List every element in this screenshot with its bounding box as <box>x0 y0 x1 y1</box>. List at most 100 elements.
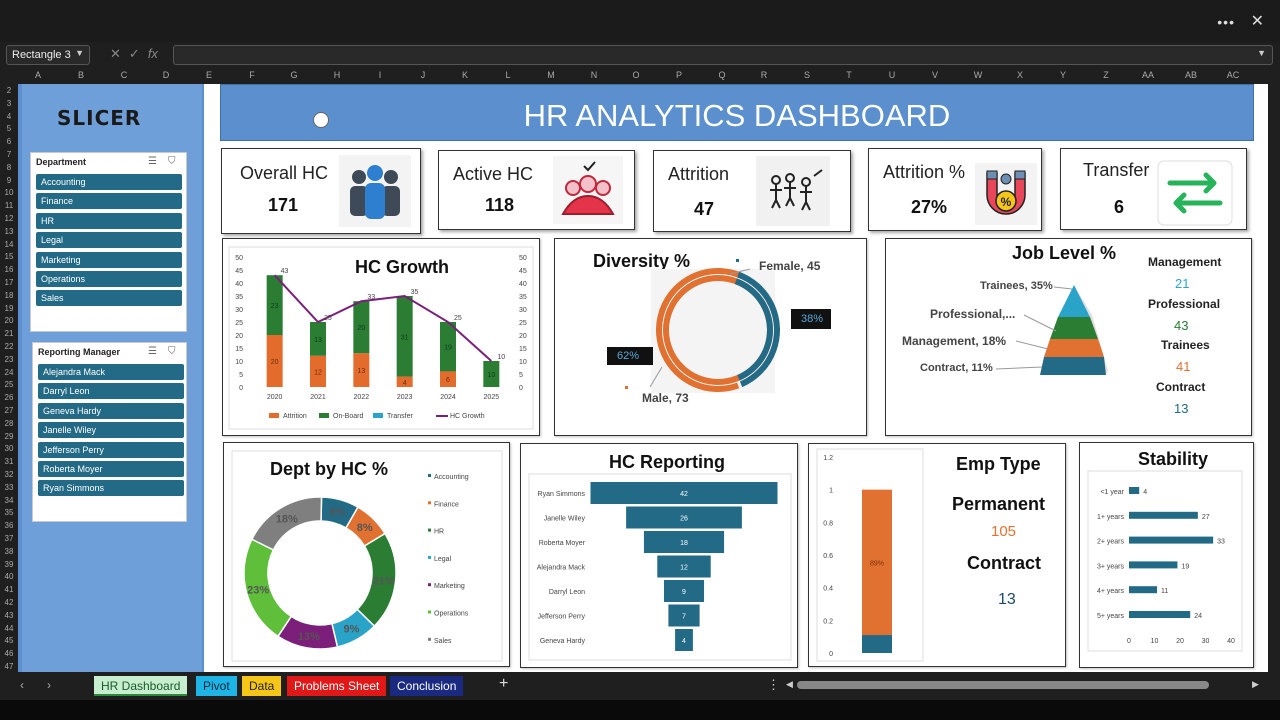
row-header[interactable]: 13 <box>0 227 18 236</box>
column-header[interactable]: R <box>754 70 774 80</box>
row-header[interactable]: 47 <box>0 662 18 671</box>
row-header[interactable]: 44 <box>0 624 18 633</box>
row-header[interactable]: 29 <box>0 432 18 441</box>
horizontal-scrollbar[interactable] <box>797 681 1209 689</box>
column-header[interactable]: P <box>669 70 689 80</box>
column-header[interactable]: C <box>114 70 134 80</box>
column-header[interactable]: S <box>797 70 817 80</box>
column-header[interactable]: E <box>199 70 219 80</box>
slicer-item[interactable]: Ryan Simmons <box>38 480 184 497</box>
row-header[interactable]: 19 <box>0 304 18 313</box>
kpi-attrition-percent[interactable]: Attrition % 27% % <box>868 148 1042 231</box>
row-header[interactable]: 15 <box>0 252 18 261</box>
chevron-down-icon[interactable]: ▼ <box>1257 48 1266 58</box>
multi-select-icon[interactable]: ☰ <box>148 346 157 357</box>
row-header[interactable]: 9 <box>0 176 18 185</box>
column-header[interactable]: Q <box>712 70 732 80</box>
slicer-item[interactable]: HR <box>36 212 182 229</box>
column-header[interactable]: J <box>413 70 433 80</box>
column-header[interactable]: AB <box>1181 70 1201 80</box>
row-header[interactable]: 34 <box>0 496 18 505</box>
scroll-right-icon[interactable]: ▶ <box>1252 679 1259 690</box>
row-header[interactable]: 45 <box>0 636 18 645</box>
diversity-card[interactable]: Diversity % Female, 45 Male, 73 38% 62% <box>554 238 867 436</box>
row-header[interactable]: 18 <box>0 291 18 300</box>
job-level-card[interactable]: Job Level % Trainees, 35% Professional,.… <box>885 238 1252 436</box>
column-header[interactable]: AC <box>1223 70 1243 80</box>
rotate-handle-icon[interactable] <box>313 112 329 128</box>
close-icon[interactable]: ✕ <box>1251 11 1264 31</box>
row-header[interactable]: 43 <box>0 611 18 620</box>
row-header[interactable]: 4 <box>0 112 18 121</box>
column-header[interactable]: A <box>28 70 48 80</box>
row-header[interactable]: 10 <box>0 188 18 197</box>
column-header[interactable]: W <box>968 70 988 80</box>
row-header[interactable]: 6 <box>0 137 18 146</box>
formula-input[interactable]: ▼ <box>173 45 1273 65</box>
hc-growth-card[interactable]: HC Growth 0 0 5 5 10 10 15 15 20 20 25 25 30 30 35 35 40… <box>222 238 540 436</box>
row-header[interactable]: 39 <box>0 560 18 569</box>
hc-reporting-card[interactable]: HC Reporting 42 Ryan Simmons 26 Janelle Wil… <box>520 443 798 668</box>
slicer-item[interactable]: Jefferson Perry <box>38 441 184 458</box>
row-header[interactable]: 21 <box>0 329 18 338</box>
row-header[interactable]: 30 <box>0 444 18 453</box>
row-header[interactable]: 8 <box>0 163 18 172</box>
row-header[interactable]: 22 <box>0 342 18 351</box>
column-header[interactable]: D <box>156 70 176 80</box>
kpi-active-hc[interactable]: Active HC 118 <box>438 150 635 230</box>
slicer-item[interactable]: Marketing <box>36 251 182 268</box>
sheet-tab[interactable]: Pivot <box>196 676 237 696</box>
column-header[interactable]: V <box>925 70 945 80</box>
row-header[interactable]: 41 <box>0 585 18 594</box>
row-header[interactable]: 2 <box>0 86 18 95</box>
slicer-item[interactable]: Janelle Wiley <box>38 422 184 439</box>
column-header[interactable]: L <box>498 70 518 80</box>
row-header[interactable]: 38 <box>0 547 18 556</box>
slicer-item[interactable]: Geneva Hardy <box>38 402 184 419</box>
column-header[interactable]: Y <box>1053 70 1073 80</box>
slicer-item[interactable]: Legal <box>36 232 182 249</box>
name-box[interactable]: Rectangle 3 ▼ <box>6 45 90 65</box>
vertical-scrollbar[interactable] <box>1268 84 1280 672</box>
tab-prev-icon[interactable]: ‹ <box>20 678 24 692</box>
stability-card[interactable]: Stability 4 <1 year 27 1+ years 33 2+ years 19… <box>1079 442 1254 668</box>
row-header[interactable]: 26 <box>0 393 18 402</box>
scroll-options-icon[interactable]: ⋮ <box>767 677 780 693</box>
function-icon[interactable]: fx <box>148 46 158 61</box>
row-header[interactable]: 28 <box>0 419 18 428</box>
row-header[interactable]: 3 <box>0 99 18 108</box>
slicer-item[interactable]: Operations <box>36 271 182 287</box>
multi-select-icon[interactable]: ☰ <box>148 156 157 167</box>
row-header[interactable]: 31 <box>0 457 18 466</box>
row-header[interactable]: 20 <box>0 316 18 325</box>
row-header[interactable]: 37 <box>0 534 18 543</box>
sheet-tab[interactable]: Conclusion <box>390 676 464 696</box>
column-header[interactable]: I <box>370 70 390 80</box>
clear-filter-icon[interactable]: ⛉ <box>168 346 176 357</box>
column-header[interactable]: N <box>584 70 604 80</box>
row-header[interactable]: 36 <box>0 521 18 530</box>
column-header[interactable]: G <box>284 70 304 80</box>
column-header[interactable]: U <box>882 70 902 80</box>
tab-next-icon[interactable]: › <box>47 678 51 692</box>
column-header[interactable]: X <box>1010 70 1030 80</box>
slicer-item[interactable]: Finance <box>36 193 182 210</box>
row-header[interactable]: 14 <box>0 240 18 249</box>
row-header[interactable]: 25 <box>0 380 18 389</box>
column-header[interactable]: O <box>626 70 646 80</box>
row-header[interactable]: 27 <box>0 406 18 415</box>
column-header[interactable]: T <box>839 70 859 80</box>
chevron-down-icon[interactable]: ▼ <box>75 48 84 58</box>
kpi-overall-hc[interactable]: Overall HC 171 <box>221 148 421 234</box>
row-header[interactable]: 12 <box>0 214 18 223</box>
row-header[interactable]: 23 <box>0 355 18 364</box>
slicer-item[interactable]: Sales <box>36 290 182 307</box>
kpi-transfer[interactable]: Transfer 6 <box>1060 148 1247 230</box>
row-header[interactable]: 24 <box>0 368 18 377</box>
clear-filter-icon[interactable]: ⛉ <box>168 156 176 167</box>
column-header[interactable]: H <box>327 70 347 80</box>
emp-type-card[interactable]: 0 0.2 0.4 0.6 0.8 1 1.2 89% Emp Type Permanent … <box>808 443 1066 667</box>
row-header[interactable]: 32 <box>0 470 18 479</box>
row-header[interactable]: 42 <box>0 598 18 607</box>
add-sheet-icon[interactable]: + <box>499 675 508 693</box>
